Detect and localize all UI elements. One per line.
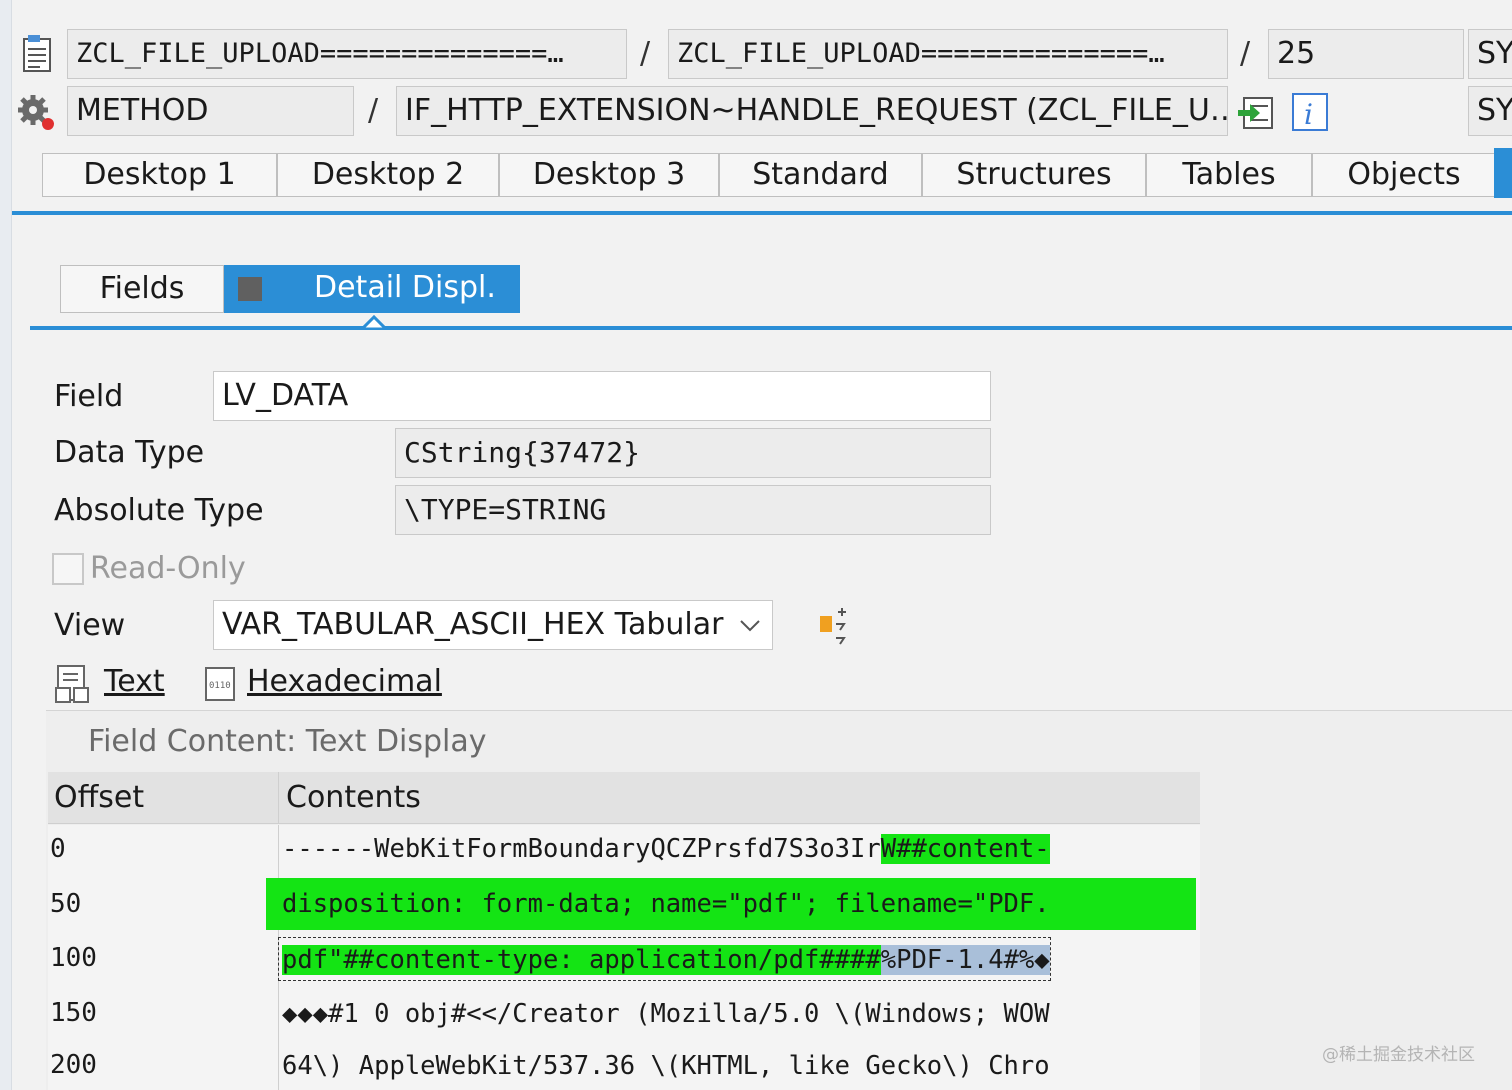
left-edge-strip [0,0,12,1090]
navigate-icon[interactable] [1236,92,1276,132]
row-offset: 50 [50,889,82,919]
column-divider [278,772,279,824]
view-settings-icon[interactable] [818,606,858,650]
tab-scroll-indicator[interactable] [1494,148,1512,198]
info-icon[interactable]: i [1290,92,1330,132]
chevron-down-icon [738,601,762,664]
table-row[interactable]: ------WebKitFormBoundaryQCZPrsfd7S3o3IrW… [282,827,1050,871]
table-row[interactable]: ◆◆◆#1 0 obj#<</Creator (Mozilla/5.0 \(Wi… [282,992,1050,1036]
column-header-contents[interactable]: Contents [286,772,421,824]
row-text: 64\) AppleWebKit/537.36 \(KHTML, like Ge… [282,1051,1050,1081]
row-offset: 200 [50,1050,97,1080]
desktop-tabstrip: Desktop 1 Desktop 2 Desktop 3 Standard S… [42,153,1496,197]
svg-text:i: i [1304,98,1313,131]
separator: / [640,36,651,71]
row-text: ------WebKitFormBoundaryQCZPrsfd7S3o3Ir [282,834,881,864]
row-highlight: disposition: form-data; name="pdf"; file… [282,889,1050,919]
row-highlight: pdf"##content-type: application/pdf#### [282,945,881,975]
tab-standard[interactable]: Standard [719,153,922,197]
sy-field-top[interactable]: SY [1468,29,1512,79]
field-label: Field [54,379,124,414]
tab-desktop-1[interactable]: Desktop 1 [42,153,277,197]
table-row[interactable]: pdf"##content-type: application/pdf####%… [278,937,1051,981]
event-field[interactable]: IF_HTTP_EXTENSION~HANDLE_REQUEST (ZCL_FI… [396,86,1228,136]
subtab-square-icon [238,277,262,301]
source-code-icon[interactable] [18,34,58,74]
view-select-value: VAR_TABULAR_ASCII_HEX Tabular [222,607,724,642]
program-field[interactable]: ZCL_FILE_UPLOAD==============… [67,29,627,79]
view-select[interactable]: VAR_TABULAR_ASCII_HEX Tabular [213,600,773,650]
event-type-field[interactable]: METHOD [67,86,354,136]
sy-field-bottom[interactable]: SY [1468,86,1512,136]
data-type-value: CString{37472} [395,428,991,478]
data-type-label: Data Type [54,435,205,470]
hexadecimal-icon[interactable]: 0110 [200,664,240,708]
include-field[interactable]: ZCL_FILE_UPLOAD==============… [668,29,1228,79]
column-header-offset[interactable]: Offset [54,772,144,824]
tab-desktop-2[interactable]: Desktop 2 [277,153,499,197]
absolute-type-value: \TYPE=STRING [395,485,991,535]
subtab-fields[interactable]: Fields [60,265,224,313]
content-grid-header: Offset Contents [48,772,1200,824]
separator: / [368,93,379,128]
row-offset: 150 [50,998,97,1028]
row-offset: 0 [50,834,66,864]
active-tab-caret-icon [358,314,390,333]
tab-tables[interactable]: Tables [1146,153,1312,197]
watermark: @稀土掘金技术社区 [1322,1045,1475,1065]
tab-desktop-3[interactable]: Desktop 3 [499,153,719,197]
tab-structures[interactable]: Structures [922,153,1146,197]
field-content-title: Field Content: Text Display [88,724,487,759]
table-row[interactable]: disposition: form-data; name="pdf"; file… [282,882,1050,926]
hexadecimal-link[interactable]: Hexadecimal [247,664,442,699]
tabstrip-underline [12,211,1512,215]
row-selection: %PDF-1.4#%◆ [880,945,1050,975]
text-link[interactable]: Text [104,664,165,699]
row-offset: 100 [50,943,97,973]
line-number-field[interactable]: 25 [1268,29,1464,79]
view-label: View [54,608,126,643]
table-row[interactable]: 64\) AppleWebKit/537.36 \(KHTML, like Ge… [282,1044,1050,1088]
subtab-detail-display[interactable]: Detail Displ. [224,265,520,313]
field-name-input[interactable]: LV_DATA [213,371,991,421]
separator: / [1240,36,1251,71]
gear-icon[interactable] [16,92,56,132]
row-text: ◆◆◆#1 0 obj#<</Creator (Mozilla/5.0 \(Wi… [282,999,1050,1029]
tab-objects[interactable]: Objects [1312,153,1496,197]
readonly-label: Read-Only [90,551,246,586]
subtab-detail-label: Detail Displ. [314,270,496,305]
subtab-underline [30,326,1512,330]
text-display-icon[interactable] [54,664,92,708]
svg-text:0110: 0110 [209,681,231,691]
readonly-checkbox[interactable] [52,553,84,585]
absolute-type-label: Absolute Type [54,493,264,528]
row-highlight: W##content- [880,834,1050,864]
